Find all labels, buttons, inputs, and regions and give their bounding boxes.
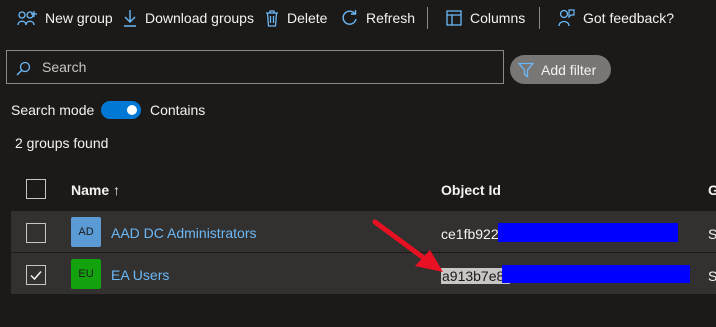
columns-label: Columns bbox=[470, 10, 526, 26]
toggle-knob bbox=[127, 105, 137, 115]
toolbar-divider bbox=[427, 7, 428, 29]
new-group-icon bbox=[17, 11, 37, 26]
search-icon bbox=[16, 61, 31, 76]
group-avatar-initials: EU bbox=[78, 268, 94, 280]
row-checkbox[interactable] bbox=[26, 265, 46, 285]
new-group-button[interactable]: New group bbox=[17, 8, 113, 28]
delete-label: Delete bbox=[287, 10, 328, 26]
select-all-checkbox[interactable] bbox=[26, 179, 46, 199]
search-input[interactable] bbox=[42, 51, 492, 83]
columns-icon bbox=[446, 10, 462, 26]
next-column-value: S bbox=[708, 268, 716, 284]
trash-icon bbox=[266, 10, 278, 27]
search-mode-label: Search mode bbox=[11, 102, 95, 118]
search-mode-value: Contains bbox=[150, 102, 206, 118]
table-row[interactable]: AD AAD DC Administrators ce1fb922- S bbox=[11, 211, 716, 252]
redaction-box bbox=[502, 265, 690, 283]
feedback-button[interactable]: Got feedback? bbox=[558, 8, 674, 28]
download-icon bbox=[124, 10, 136, 27]
column-header-name[interactable]: Name ↑ bbox=[71, 182, 120, 198]
group-avatar: EU bbox=[71, 259, 101, 289]
add-filter-button[interactable]: Add filter bbox=[510, 55, 611, 84]
next-column-value: S bbox=[708, 226, 716, 242]
command-bar: New group Download groups Delete Refresh… bbox=[0, 0, 716, 36]
refresh-label: Refresh bbox=[366, 10, 416, 26]
download-groups-label: Download groups bbox=[145, 10, 254, 26]
refresh-button[interactable]: Refresh bbox=[341, 8, 415, 28]
group-avatar: AD bbox=[71, 217, 101, 247]
table-row[interactable]: EU EA Users a913b7e8- S bbox=[11, 253, 716, 294]
filter-icon bbox=[518, 62, 534, 78]
group-name-link[interactable]: AAD DC Administrators bbox=[111, 225, 256, 241]
object-id-value: ce1fb922- bbox=[441, 226, 504, 242]
column-header-object-id[interactable]: Object Id bbox=[441, 182, 501, 198]
delete-button[interactable]: Delete bbox=[265, 8, 327, 28]
redaction-box bbox=[498, 223, 678, 242]
refresh-icon bbox=[342, 9, 357, 25]
result-count: 2 groups found bbox=[15, 135, 109, 151]
feedback-icon bbox=[558, 9, 575, 27]
group-avatar-initials: AD bbox=[78, 226, 94, 238]
column-header-next[interactable]: G bbox=[708, 182, 716, 198]
feedback-label: Got feedback? bbox=[583, 10, 675, 26]
checkmark-icon bbox=[30, 271, 42, 281]
download-groups-button[interactable]: Download groups bbox=[123, 8, 254, 28]
add-filter-label: Add filter bbox=[541, 61, 597, 78]
toolbar-divider bbox=[539, 7, 540, 29]
new-group-label: New group bbox=[45, 10, 113, 26]
search-box bbox=[6, 50, 504, 84]
columns-button[interactable]: Columns bbox=[446, 8, 525, 28]
group-name-link[interactable]: EA Users bbox=[111, 267, 169, 283]
search-mode-toggle[interactable] bbox=[101, 101, 141, 119]
object-id-value: a913b7e8- bbox=[441, 268, 510, 284]
row-checkbox[interactable] bbox=[26, 223, 46, 243]
